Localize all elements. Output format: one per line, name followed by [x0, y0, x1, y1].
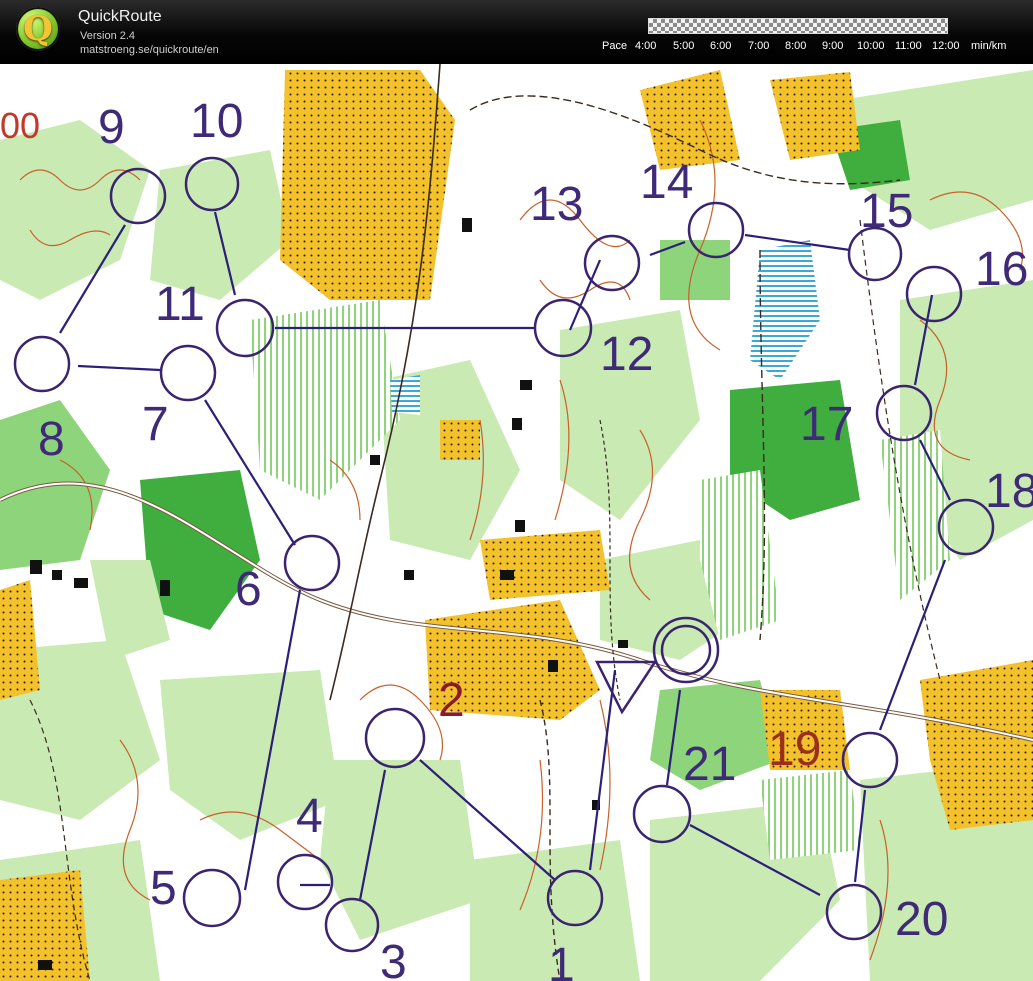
control-5: 5	[150, 862, 177, 915]
control-12: 12	[600, 328, 653, 381]
app-version: Version 2.4	[80, 30, 136, 42]
control-7: 7	[142, 398, 169, 451]
pace-tick: 11:00	[895, 40, 922, 52]
pace-label: Pace	[602, 40, 628, 52]
pace-tick: 4:00	[635, 40, 657, 52]
pace-tick: 6:00	[710, 40, 732, 52]
pace-tick: 7:00	[748, 40, 770, 52]
quickroute-logo-icon: Q	[16, 7, 60, 51]
control-3: 3	[380, 936, 407, 981]
pace-tick: 5:00	[673, 40, 695, 52]
control-1: 1	[548, 939, 575, 981]
pace-color-scale	[648, 18, 948, 34]
pace-tick: 8:00	[785, 40, 807, 52]
control-2: 2	[438, 674, 465, 727]
control-18: 18	[985, 465, 1033, 518]
map-corner-fragment: 00	[0, 105, 40, 146]
control-4: 4	[296, 790, 323, 843]
control-10: 10	[190, 95, 243, 148]
control-19: 19	[768, 723, 821, 776]
logo-letter: Q	[23, 9, 53, 49]
app-url: matstroeng.se/quickroute/en	[80, 44, 219, 56]
control-20: 20	[895, 893, 948, 946]
pace-tick: 10:00	[857, 40, 885, 52]
control-11: 11	[155, 278, 205, 331]
pace-unit: min/km	[971, 40, 1007, 52]
pace-tick: 9:00	[822, 40, 844, 52]
control-15: 15	[860, 185, 913, 238]
app-header: Q QuickRoute Version 2.4 matstroeng.se/q…	[0, 0, 1033, 64]
pace-tick: 12:00	[932, 40, 960, 52]
control-21: 21	[683, 738, 736, 791]
control-9: 9	[98, 101, 125, 154]
app-title: QuickRoute	[78, 8, 162, 25]
control-17: 17	[800, 398, 853, 451]
orienteering-map[interactable]: 1 2 3 4 5 6 7 8 9 10 11 12 13 14 15 16 1…	[0, 64, 1033, 981]
control-6: 6	[235, 563, 262, 616]
control-14: 14	[640, 156, 693, 209]
control-16: 16	[975, 243, 1028, 296]
control-8: 8	[38, 413, 65, 466]
control-13: 13	[530, 178, 583, 231]
